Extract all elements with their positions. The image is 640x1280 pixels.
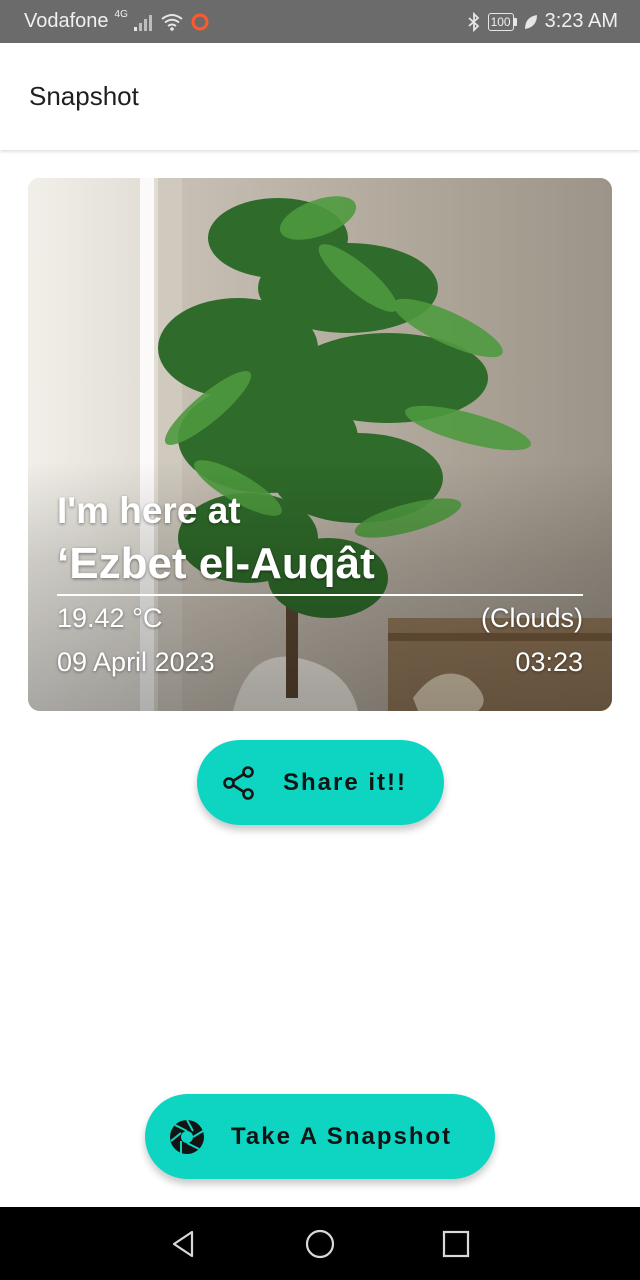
- take-snapshot-label: Take A Snapshot: [231, 1122, 453, 1150]
- headline: I'm here at: [57, 490, 241, 531]
- status-bar: Vodafone 4G 100 3:23 AM: [0, 0, 640, 43]
- status-time: 3:23 AM: [544, 10, 618, 32]
- share-icon: [221, 765, 257, 801]
- battery-tip: [513, 17, 517, 26]
- share-button[interactable]: Share it!!: [197, 740, 444, 825]
- weather-condition: (Clouds): [480, 603, 583, 633]
- page-title: Snapshot: [29, 81, 139, 111]
- battery-level: 100: [487, 12, 514, 31]
- take-snapshot-button[interactable]: Take A Snapshot: [145, 1094, 495, 1179]
- location-name: ‘Ezbet el-Auqât: [57, 539, 375, 588]
- signal-icon: [133, 14, 152, 31]
- time: 03:23: [515, 647, 583, 677]
- status-right: 100 3:23 AM: [466, 10, 618, 33]
- network-type: 4G: [114, 9, 128, 20]
- date: 09 April 2023: [57, 647, 215, 677]
- temperature: 19.42 °C: [57, 603, 163, 633]
- weather-row: 19.42 °C (Clouds): [57, 596, 583, 640]
- status-left: Vodafone 4G: [24, 9, 210, 33]
- recents-icon[interactable]: [438, 1226, 474, 1262]
- datetime-row: 09 April 2023 03:23: [57, 640, 583, 684]
- bluetooth-icon: [467, 11, 479, 32]
- carrier-name: Vodafone: [24, 10, 109, 32]
- leaf-icon: [524, 14, 537, 29]
- share-button-label: Share it!!: [283, 768, 408, 796]
- circle-notification-icon: [191, 13, 209, 30]
- back-icon[interactable]: [166, 1226, 202, 1262]
- home-icon[interactable]: [302, 1226, 338, 1262]
- battery-icon: 100: [487, 12, 517, 31]
- location-block: I'm here at ‘Ezbet el-Auqât 19.42 °C (Cl…: [57, 486, 583, 684]
- wifi-icon: [161, 13, 183, 31]
- snapshot-card: I'm here at ‘Ezbet el-Auqât 19.42 °C (Cl…: [28, 178, 612, 711]
- camera-shutter-icon: [169, 1119, 205, 1155]
- app-bar: Snapshot: [0, 43, 640, 150]
- navigation-bar: [0, 1207, 640, 1280]
